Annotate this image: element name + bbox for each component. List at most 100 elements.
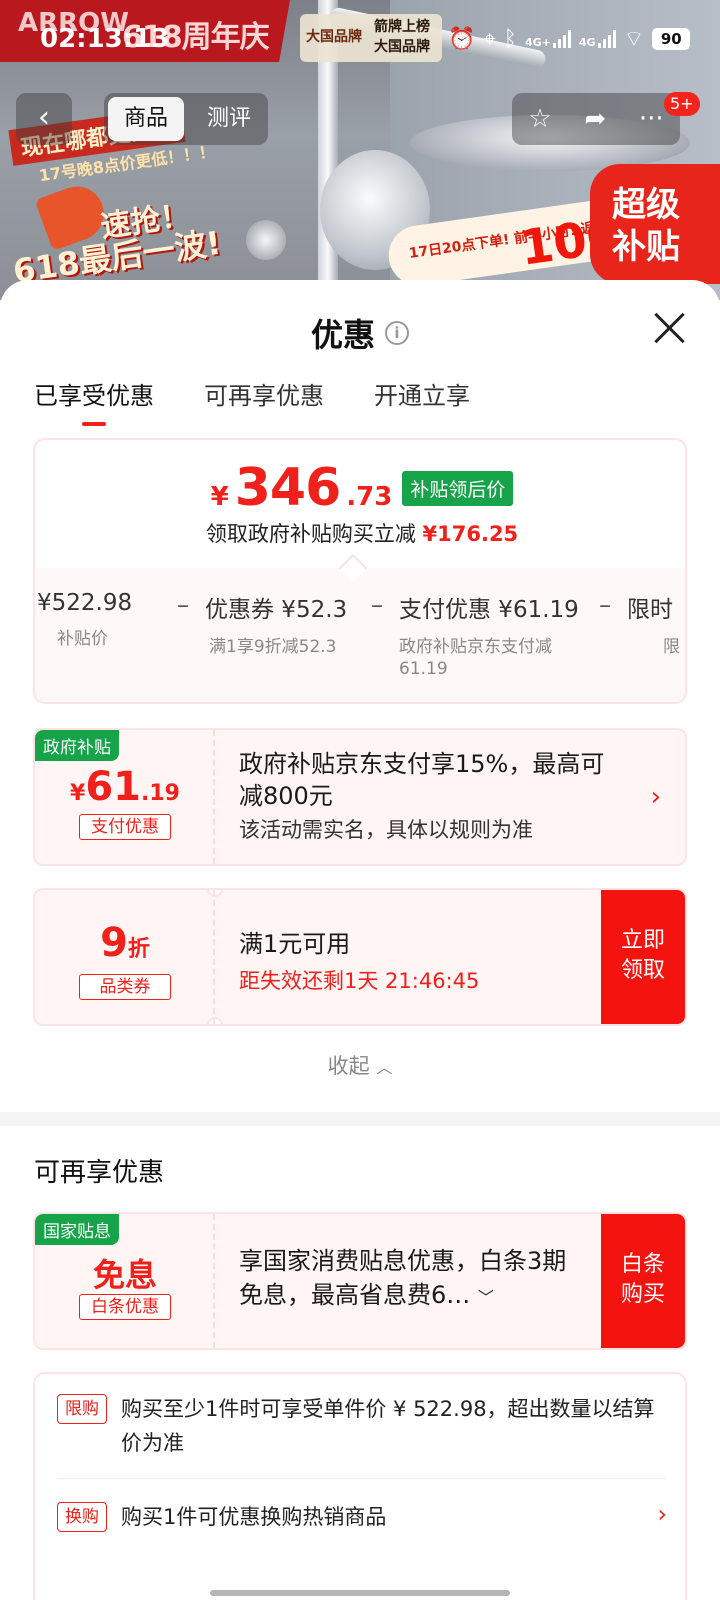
claim-coupon-button[interactable]: 立即领取 [601, 890, 685, 1024]
breakdown-item: ¥522.98 补贴价 [37, 590, 161, 650]
alarm-icon: ⏰ [448, 26, 476, 52]
price-integer: 346 [234, 458, 342, 518]
chevron-down-icon: ﹀ [477, 1288, 494, 1307]
coupon-amount-int: 61 [85, 764, 141, 810]
coupon-title: 满1元可用 [239, 930, 351, 958]
brand-ranking-line1: 箭牌上榜 [374, 19, 430, 35]
breakdown-value: 支付优惠 ¥61.19 [399, 597, 579, 623]
purchase-rules-card: 限购 购买至少1件时可享受单件价 ¥ 522.98，超出数量以结算价为准 换购 … [33, 1372, 687, 1600]
location-icon: ⌖ [483, 26, 496, 52]
rule-text: 购买至少1件时可享受单件价 ¥ 522.98，超出数量以结算价为准 [121, 1397, 655, 1455]
baitiao-buy-button[interactable]: 白条购买 [601, 1214, 685, 1348]
sheet-title: 优惠 [310, 316, 375, 354]
national-subsidy-tag: 国家贴息 [35, 1214, 119, 1245]
coupon-discount-value: 9 [100, 920, 128, 966]
status-icons: ⏰ ⌖ ᛒ 4G+ 4G ⌔ 90 [448, 24, 691, 54]
collapse-button[interactable]: 收起 ︿ [0, 1050, 720, 1080]
back-button[interactable]: ‹ [16, 93, 72, 145]
breakdown-row: ¥522.98 补贴价 – 优惠券 ¥52.3 满1享9折减52.3 – 支付优… [35, 568, 685, 702]
tab-product[interactable]: 商品 [108, 97, 184, 141]
close-button[interactable] [648, 306, 692, 350]
signal2-icon: 4G [579, 30, 616, 48]
breakdown-item: 优惠券 ¥52.3 满1享9折减52.3 [205, 590, 355, 658]
sheet-header: 优惠 i [0, 310, 720, 356]
breakdown-label: 补贴价 [57, 629, 108, 649]
coupon-kind: 品类券 [79, 974, 171, 1000]
gov-subsidy-coupon[interactable]: 政府补贴 ¥61.19 支付优惠 政府补贴京东支付享15%，最高可减800元 该… [33, 728, 687, 866]
coupon-body: 满1元可用 距失效还剩1天 21:46:45 [239, 924, 579, 995]
battery-icon: 90 [652, 28, 691, 50]
valve-knob [246, 220, 286, 260]
status-time: 02:13:13 [40, 24, 170, 54]
section-divider [0, 1112, 720, 1126]
interest-free-label: 免息 [92, 1256, 157, 1294]
breakdown-value: 优惠券 ¥52.3 [205, 597, 348, 623]
coupon-symbol: ¥ [70, 781, 86, 806]
signal1-icon: 4G+ [525, 30, 571, 48]
signal2-label: 4G [578, 36, 596, 49]
interest-free-coupon: 国家贴息 免息 白条优惠 享国家消费贴息优惠，白条3期免息，最高省息费6… ﹀ … [33, 1212, 687, 1350]
rule-exchange[interactable]: 换购 购买1件可优惠换购热销商品 › [57, 1500, 667, 1536]
subsidy-price-tag: 补贴领后价 [402, 470, 514, 506]
price-decimal: .73 [346, 482, 393, 512]
rule-text: 购买1件可优惠换购热销商品 [121, 1505, 387, 1529]
coupon-title: 政府补贴京东支付享15%，最高可减800元 [239, 750, 605, 810]
minus-sign: – [599, 591, 611, 619]
discount-tabs: 已享受优惠 可再享优惠 开通立享 [34, 376, 470, 426]
chevron-up-icon: ︿ [376, 1058, 393, 1077]
coupon-kind: 支付优惠 [79, 814, 171, 840]
price-subtitle-amount: ¥176.25 [422, 522, 519, 546]
coupon-left: 9折 品类券 [35, 890, 215, 1024]
wifi-icon: ⌔ [623, 27, 645, 52]
minus-sign: – [371, 591, 383, 619]
bluetooth-icon: ᛒ [503, 26, 517, 52]
coupon-left: 政府补贴 ¥61.19 支付优惠 [35, 730, 215, 864]
nav-actions: ☆ ➦ ··· [512, 93, 680, 145]
coupon-amount: ¥61.19 [35, 764, 215, 810]
chevron-right-icon: › [650, 782, 661, 812]
discount-sheet: 优惠 i 已享受优惠 可再享优惠 开通立享 ¥ 346 .73 补贴领后价 领取… [0, 280, 720, 1600]
price-symbol: ¥ [210, 482, 229, 512]
message-badge: 5+ [664, 92, 700, 116]
coupon-title[interactable]: 享国家消费贴息优惠，白条3期免息，最高省息费6… ﹀ [239, 1244, 579, 1315]
breakdown-label: 政府补贴京东支付减 61.19 [399, 637, 552, 679]
gov-subsidy-tag: 政府补贴 [35, 730, 119, 761]
breakdown-label: 限 [663, 637, 680, 657]
coupon-discount: 9折 [35, 920, 215, 966]
coupon-expire-countdown: 距失效还剩1天 21:46:45 [239, 969, 480, 993]
coupon-discount-unit: 折 [127, 937, 150, 962]
favorite-star-icon[interactable]: ☆ [528, 104, 551, 134]
breakdown-value: ¥522.98 [37, 590, 133, 616]
breakdown-item: 限时 限 [627, 590, 685, 658]
rule-tag: 限购 [57, 1394, 107, 1424]
signal1-label: 4G+ [525, 36, 551, 49]
tab-enjoyed[interactable]: 已享受优惠 [34, 376, 154, 426]
home-indicator[interactable] [210, 1590, 510, 1596]
breakdown-label: 满1享9折减52.3 [209, 637, 337, 657]
brand-ranking-logo: 大国品牌 [306, 29, 362, 45]
tab-activate[interactable]: 开通立享 [374, 376, 470, 420]
rule-tag: 换购 [57, 1502, 107, 1532]
share-icon[interactable]: ➦ [584, 104, 606, 134]
brand-ranking-line2: 大国品牌 [374, 39, 430, 55]
info-icon[interactable]: i [385, 321, 409, 345]
breakdown-value: 限时 [627, 597, 673, 623]
more-discounts-title: 可再享优惠 [34, 1158, 165, 1188]
price-subtitle-text: 领取政府补贴购买立减 [205, 522, 416, 546]
breakdown-item: 支付优惠 ¥61.19 政府补贴京东支付减 61.19 [399, 590, 583, 680]
coupon-kind: 白条优惠 [79, 1294, 171, 1320]
minus-sign: – [177, 591, 189, 619]
coupon-body: 享国家消费贴息优惠，白条3期免息，最高省息费6… ﹀ [239, 1244, 579, 1315]
tab-review[interactable]: 测评 [196, 97, 262, 141]
tab-more-available[interactable]: 可再享优惠 [204, 376, 324, 420]
final-price: ¥ 346 .73 补贴领后价 [35, 458, 685, 518]
rule-divider [57, 1478, 667, 1479]
price-breakdown-card: ¥ 346 .73 补贴领后价 领取政府补贴购买立减 ¥176.25 ¥522.… [33, 438, 687, 704]
coupon-desc: 该活动需实名，具体以规则为准 [239, 818, 533, 842]
coupon-amount-dec: .19 [141, 781, 180, 806]
rule-limit: 限购 购买至少1件时可享受单件价 ¥ 522.98，超出数量以结算价为准 [57, 1392, 667, 1472]
collapse-label: 收起 [327, 1054, 370, 1078]
chevron-right-icon: › [657, 1500, 667, 1528]
category-coupon: 9折 品类券 满1元可用 距失效还剩1天 21:46:45 立即领取 [33, 888, 687, 1026]
more-icon[interactable]: ··· [639, 104, 664, 134]
